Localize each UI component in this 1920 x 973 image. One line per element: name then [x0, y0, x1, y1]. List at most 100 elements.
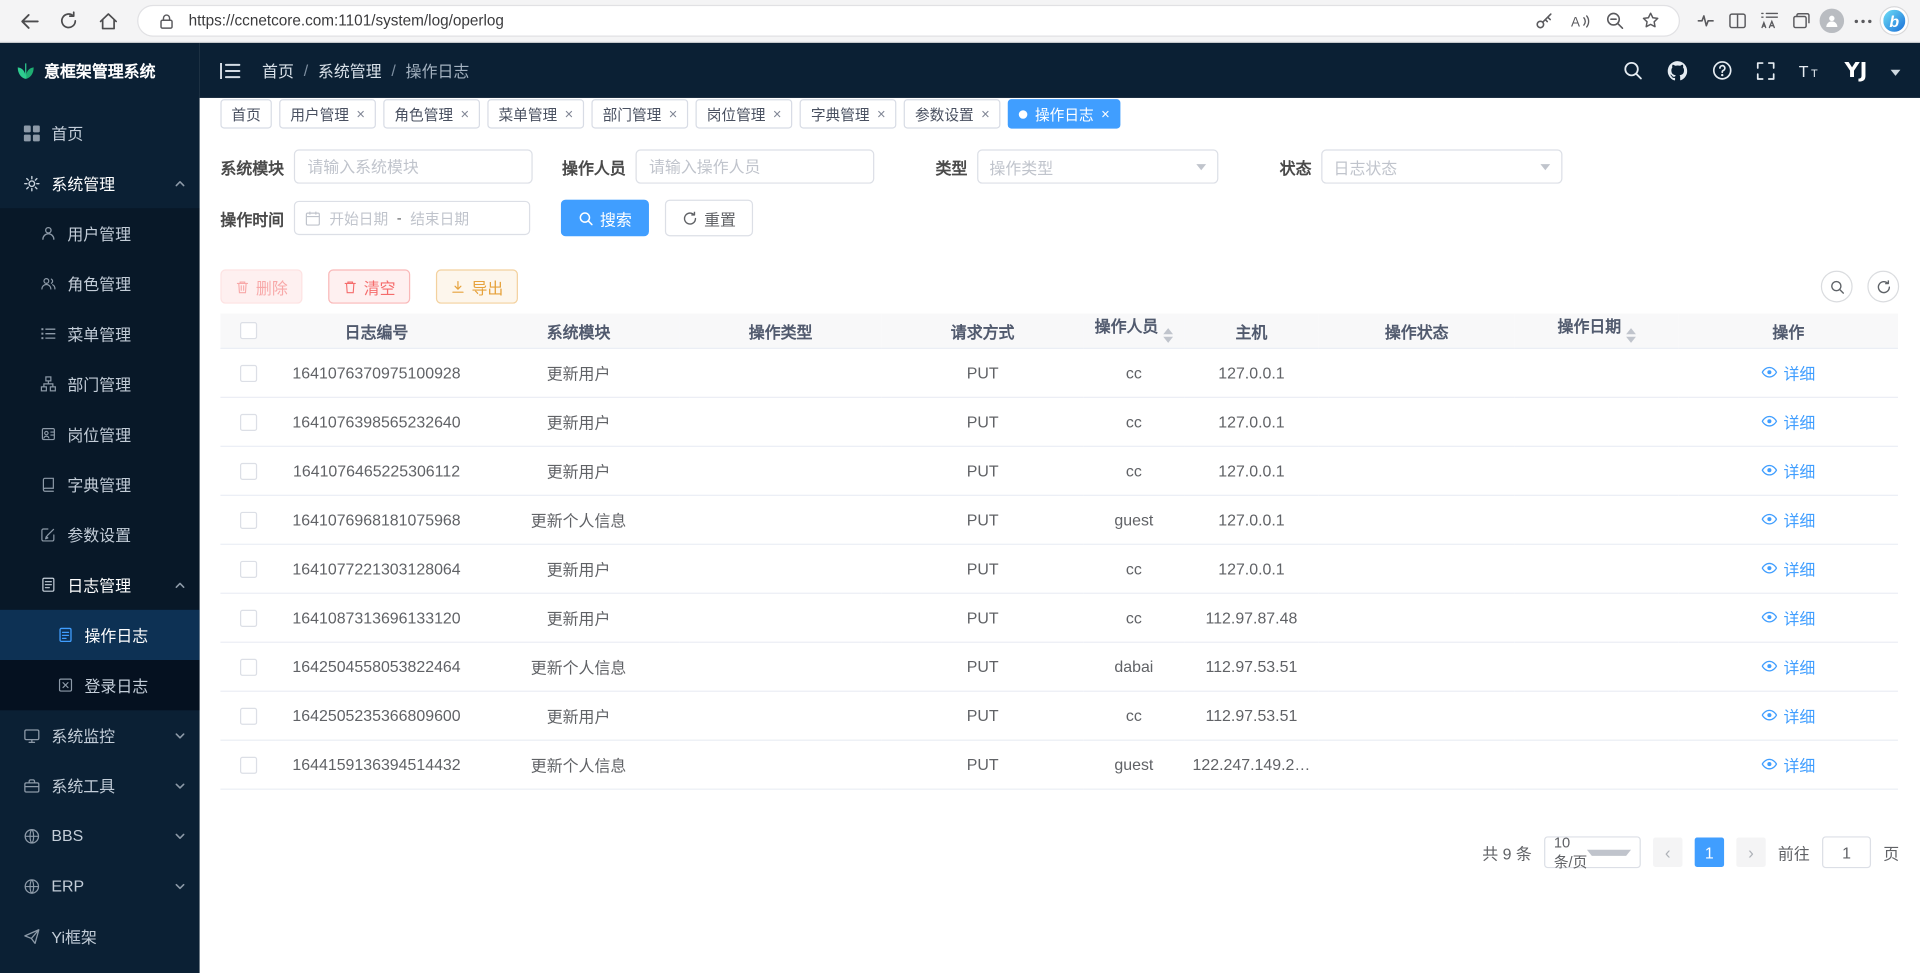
close-icon[interactable]: × [773, 107, 782, 122]
zoom-out-icon[interactable] [1602, 7, 1629, 34]
reset-button[interactable]: 重置 [665, 200, 753, 237]
tab-menu-mgmt[interactable]: 菜单管理× [487, 99, 584, 128]
goto-page-input[interactable] [1822, 836, 1871, 868]
sidebar-item-user-mgmt[interactable]: 用户管理 [0, 208, 200, 258]
page-size-select[interactable]: 10条/页 [1544, 836, 1641, 868]
sort-icon[interactable] [1626, 323, 1636, 347]
sidebar-item-dict-mgmt[interactable]: 字典管理 [0, 459, 200, 509]
clear-button[interactable]: 清空 [328, 269, 410, 303]
help-icon[interactable] [1712, 60, 1733, 81]
user-caret-icon[interactable] [1891, 70, 1901, 81]
operator-input[interactable] [636, 149, 875, 183]
search-button[interactable]: 搜索 [561, 200, 649, 237]
read-aloud-icon[interactable]: A [1566, 7, 1593, 34]
github-icon[interactable] [1667, 59, 1689, 81]
sidebar-item-role-mgmt[interactable]: 角色管理 [0, 258, 200, 308]
detail-link[interactable]: 详细 [1761, 459, 1815, 482]
sidebar-item-home[interactable]: 首页 [0, 108, 200, 158]
refresh-icon[interactable] [51, 5, 85, 37]
browser-essentials-icon[interactable] [1692, 7, 1719, 34]
row-checkbox[interactable] [239, 658, 256, 675]
sort-icon[interactable] [1163, 323, 1173, 347]
detail-link[interactable]: 详细 [1761, 508, 1815, 531]
tab-home[interactable]: 首页 [220, 99, 271, 128]
sidebar-item-erp[interactable]: ERP [0, 861, 200, 911]
tab-dict-mgmt[interactable]: 字典管理× [800, 99, 897, 128]
col-operator[interactable]: 操作人员 [1084, 313, 1184, 348]
url-text[interactable]: https://ccnetcore.com:1101/system/log/op… [189, 12, 1522, 29]
sidebar-item-bbs[interactable]: BBS [0, 811, 200, 861]
close-icon[interactable]: × [460, 107, 469, 122]
breadcrumb-system[interactable]: 系统管理 [318, 59, 382, 82]
row-checkbox[interactable] [239, 707, 256, 724]
status-select[interactable]: 日志状态 [1321, 149, 1562, 183]
sidebar-item-param-settings[interactable]: 参数设置 [0, 509, 200, 559]
sidebar-item-tools[interactable]: 系统工具 [0, 760, 200, 810]
sidebar-item-system[interactable]: 系统管理 [0, 158, 200, 208]
close-icon[interactable]: × [565, 107, 574, 122]
type-select[interactable]: 操作类型 [977, 149, 1218, 183]
fullscreen-icon[interactable] [1756, 61, 1776, 81]
split-screen-icon[interactable] [1724, 7, 1751, 34]
show-search-icon[interactable] [1821, 271, 1853, 303]
detail-link[interactable]: 详细 [1761, 655, 1815, 678]
detail-link[interactable]: 详细 [1761, 606, 1815, 629]
favorites-bar-icon[interactable] [1756, 7, 1783, 34]
favorites-add-icon[interactable] [1637, 7, 1664, 34]
select-all-checkbox[interactable] [239, 322, 256, 339]
current-page[interactable]: 1 [1695, 838, 1724, 867]
password-key-icon[interactable] [1531, 7, 1558, 34]
app-logo[interactable]: 意框架管理系统 [0, 43, 200, 98]
refresh-table-icon[interactable] [1867, 271, 1899, 303]
row-checkbox[interactable] [239, 462, 256, 479]
sidebar-item-loginlog[interactable]: 登录日志 [0, 660, 200, 710]
sidebar-item-post-mgmt[interactable]: 岗位管理 [0, 409, 200, 459]
module-input[interactable] [294, 149, 533, 183]
close-icon[interactable]: × [1101, 107, 1110, 122]
col-date[interactable]: 操作日期 [1515, 313, 1679, 348]
next-page-button[interactable]: › [1736, 838, 1765, 867]
close-icon[interactable]: × [669, 107, 678, 122]
row-checkbox[interactable] [239, 756, 256, 773]
row-checkbox[interactable] [239, 609, 256, 626]
close-icon[interactable]: × [981, 107, 990, 122]
tab-user-mgmt[interactable]: 用户管理× [279, 99, 376, 128]
tab-param-settings[interactable]: 参数设置× [904, 99, 1001, 128]
more-menu-icon[interactable] [1849, 7, 1876, 34]
collections-icon[interactable] [1788, 7, 1815, 34]
sidebar-item-operlog[interactable]: 操作日志 [0, 610, 200, 660]
user-avatar-logo[interactable]: YJ [1845, 58, 1868, 82]
export-button[interactable]: 导出 [436, 269, 518, 303]
tab-dept-mgmt[interactable]: 部门管理× [592, 99, 689, 128]
close-icon[interactable]: × [356, 107, 365, 122]
tab-role-mgmt[interactable]: 角色管理× [383, 99, 480, 128]
font-size-icon[interactable]: TT [1799, 61, 1821, 81]
detail-link[interactable]: 详细 [1761, 410, 1815, 433]
tab-post-mgmt[interactable]: 岗位管理× [696, 99, 793, 128]
date-range-picker[interactable]: 开始日期 - 结束日期 [294, 201, 530, 235]
browser-profile-avatar[interactable] [1820, 9, 1844, 33]
sidebar-item-log-mgmt[interactable]: 日志管理 [0, 560, 200, 610]
home-icon[interactable] [91, 5, 125, 37]
collapse-menu-icon[interactable] [219, 61, 241, 81]
breadcrumb-home[interactable]: 首页 [262, 59, 294, 82]
sidebar-item-dept-mgmt[interactable]: 部门管理 [0, 359, 200, 409]
bing-discover-icon[interactable]: b [1881, 7, 1908, 34]
address-bar[interactable]: https://ccnetcore.com:1101/system/log/op… [137, 5, 1680, 37]
sidebar-item-menu-mgmt[interactable]: 菜单管理 [0, 309, 200, 359]
detail-link[interactable]: 详细 [1761, 704, 1815, 727]
search-icon[interactable] [1623, 60, 1644, 81]
back-icon[interactable] [12, 5, 46, 37]
sidebar-item-monitor[interactable]: 系统监控 [0, 710, 200, 760]
row-checkbox[interactable] [239, 511, 256, 528]
sidebar-item-yi-framework[interactable]: Yi框架 [0, 911, 200, 961]
tab-operlog[interactable]: 操作日志× [1008, 99, 1121, 128]
row-checkbox[interactable] [239, 560, 256, 577]
detail-link[interactable]: 详细 [1761, 753, 1815, 776]
row-checkbox[interactable] [239, 364, 256, 381]
close-icon[interactable]: × [877, 107, 886, 122]
delete-button[interactable]: 删除 [220, 269, 302, 303]
row-checkbox[interactable] [239, 413, 256, 430]
detail-link[interactable]: 详细 [1761, 557, 1815, 580]
detail-link[interactable]: 详细 [1761, 361, 1815, 384]
